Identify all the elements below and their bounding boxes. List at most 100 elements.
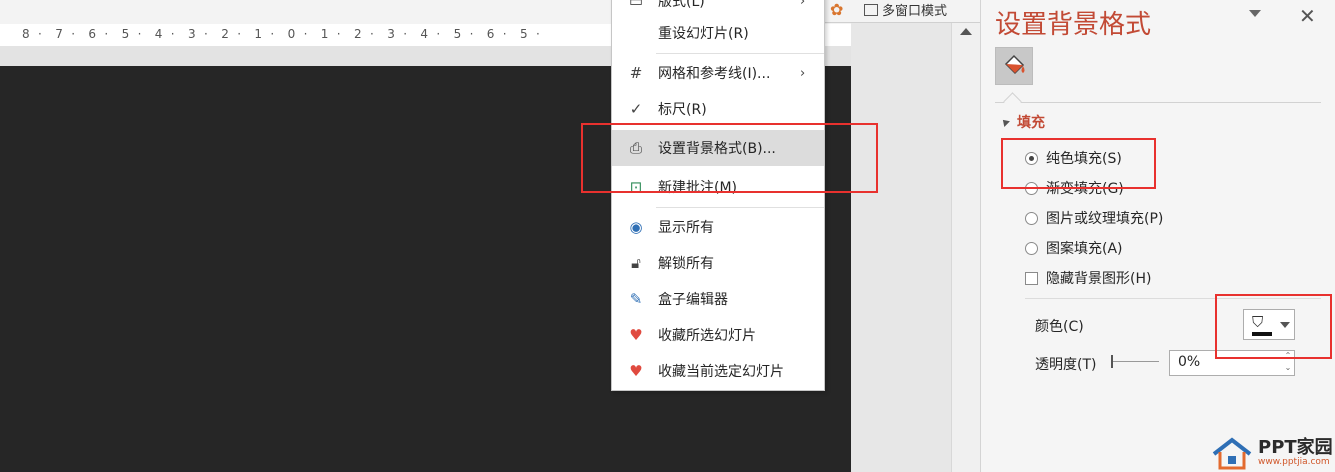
ruler-tick-mark: ·	[204, 27, 208, 41]
multi-window-button[interactable]: 多窗口模式	[864, 0, 947, 19]
ruler-tick-mark: ·	[270, 27, 275, 41]
close-icon[interactable]: ✕	[1299, 4, 1316, 28]
highlight-box-solid-fill	[1001, 138, 1156, 189]
menu-item-ruler[interactable]: ✓ 标尺(R)	[612, 91, 824, 127]
ruler-tick-label: 5	[520, 27, 528, 41]
fill-section-title: 填充	[1017, 115, 1045, 131]
gear-icon[interactable]: ✿	[830, 0, 843, 19]
chevron-right-icon: ›	[800, 0, 806, 9]
checkbox-label: 隐藏背景图形(H)	[1046, 271, 1152, 287]
menu-item-label: 收藏当前选定幻灯片	[658, 364, 784, 380]
watermark-name: PPT家园	[1258, 437, 1333, 458]
ruler-tick-label: 1	[254, 27, 263, 41]
radio-label: 图案填充(A)	[1046, 241, 1123, 257]
menu-item-reset-slide[interactable]: 重设幻灯片(R)	[612, 15, 824, 51]
ruler-tick-label: 8	[22, 27, 30, 41]
radio-button[interactable]	[1025, 241, 1038, 255]
panel-options-dropdown-icon[interactable]	[1249, 10, 1261, 17]
ruler-tick-mark: ·	[38, 27, 42, 41]
eye-icon: ◉	[629, 218, 643, 236]
ruler-tick-mark: ·	[536, 27, 540, 41]
panel-title: 设置背景格式	[995, 10, 1152, 40]
ruler-tick-label: 2	[354, 27, 362, 41]
layout-icon: ▭	[628, 0, 644, 10]
ruler-tick-label: 3	[188, 27, 196, 41]
tab-pointer	[1003, 92, 1022, 111]
menu-item-label: 收藏所选幻灯片	[658, 328, 756, 344]
house-logo-icon	[1212, 437, 1252, 470]
ruler-tick-mark: ·	[104, 27, 109, 41]
ruler-tick-label: 7	[55, 27, 63, 41]
menu-item-favorite-current[interactable]: ♥ 收藏当前选定幻灯片	[612, 353, 824, 389]
edit-icon: ✎	[629, 290, 643, 308]
menu-item-favorite-selected[interactable]: ♥ 收藏所选幻灯片	[612, 317, 824, 353]
multi-window-label: 多窗口模式	[882, 4, 948, 19]
ruler-tick-label: 3	[387, 27, 395, 41]
transparency-slider-handle[interactable]	[1111, 355, 1113, 368]
menu-item-show-all[interactable]: ◉ 显示所有	[612, 209, 824, 245]
ruler-tick-mark: ·	[370, 27, 374, 41]
ruler-tick-label: 4	[154, 27, 163, 41]
highlight-box-color	[1215, 294, 1332, 359]
ruler-tick-label: 0	[287, 27, 296, 41]
chevron-right-icon: ›	[800, 65, 806, 81]
watermark-logo: PPT家园 www.pptjia.com	[1210, 436, 1333, 470]
watermark-url: www.pptjia.com	[1258, 457, 1330, 467]
radio-button[interactable]	[1025, 211, 1038, 225]
menu-item-label: 解锁所有	[658, 256, 714, 272]
radio-picture-fill[interactable]: 图片或纹理填充(P)	[1025, 208, 1163, 228]
highlight-box-menu	[581, 123, 878, 193]
transparency-label: 透明度(T)	[1035, 357, 1097, 373]
ruler-tick-mark: ·	[403, 27, 408, 41]
radio-pattern-fill[interactable]: 图案填充(A)	[1025, 238, 1123, 258]
ruler-tick-label: 1	[320, 27, 329, 41]
format-background-panel: 设置背景格式 ✕ 填充 纯色填充(S) 渐变填充(G) 图片或纹理填充(P) 图…	[980, 0, 1335, 472]
fill-section-header[interactable]: 填充	[1000, 112, 1045, 132]
menu-separator	[656, 207, 824, 208]
ruler-tick-label: 6	[88, 27, 97, 41]
hide-background-graphics-checkbox[interactable]: 隐藏背景图形(H)	[1025, 268, 1151, 288]
menu-item-label: 盒子编辑器	[658, 292, 728, 308]
menu-item-label: 网格和参考线(I)...	[658, 66, 771, 82]
menu-item-label: 显示所有	[658, 220, 714, 236]
ruler-tick-label: 5	[453, 27, 462, 41]
window-icon	[864, 3, 878, 16]
multi-window-bar: ✿ 多窗口模式	[824, 0, 980, 23]
check-icon: ✓	[629, 100, 643, 118]
menu-item-label: 重设幻灯片(R)	[658, 26, 749, 42]
menu-separator	[656, 53, 824, 54]
menu-item-box-editor[interactable]: ✎ 盒子编辑器	[612, 281, 824, 317]
menu-item-grid-guides[interactable]: # 网格和参考线(I)... ›	[612, 55, 824, 91]
ruler-tick-mark: ·	[436, 27, 441, 41]
context-menu: ▭ 版式(L) › 重设幻灯片(R) # 网格和参考线(I)... › ✓ 标尺…	[611, 0, 825, 391]
ruler-tick-label: 5	[121, 27, 130, 41]
ruler-tick-mark: ·	[137, 27, 142, 41]
ruler-tick-mark: ·	[502, 27, 507, 41]
ruler-tick-mark: ·	[237, 27, 242, 41]
ruler-tick-label: 4	[420, 27, 429, 41]
menu-item-label: 标尺(R)	[658, 102, 707, 118]
tab-divider	[995, 102, 1321, 103]
ruler-tick-label: 2	[221, 27, 229, 41]
ruler-tick-mark: ·	[469, 27, 474, 41]
ruler-tick-mark: ·	[336, 27, 341, 41]
menu-item-unlock-all[interactable]: 🔓︎ 解锁所有	[612, 245, 824, 281]
ruler-tick-mark: ·	[303, 27, 308, 41]
heart-add-icon: ♥	[629, 326, 643, 344]
heart-icon: ♥	[629, 362, 643, 380]
paint-bucket-icon	[1004, 54, 1025, 75]
collapse-triangle-icon	[1000, 117, 1010, 127]
unlock-icon: 🔓︎	[631, 254, 641, 272]
scroll-up-arrow-icon[interactable]	[960, 28, 972, 35]
color-label: 颜色(C)	[1035, 319, 1084, 335]
ruler-tick-label: 6	[486, 27, 495, 41]
fill-tab[interactable]	[995, 47, 1033, 85]
ruler-tick-mark: ·	[170, 27, 175, 41]
vertical-scrollbar[interactable]	[951, 22, 980, 472]
ruler-tick-mark: ·	[71, 27, 76, 41]
checkbox[interactable]	[1025, 271, 1038, 285]
transparency-slider[interactable]	[1111, 361, 1159, 362]
menu-item-label: 版式(L)	[658, 0, 705, 10]
radio-label: 图片或纹理填充(P)	[1046, 211, 1164, 227]
editor-gutter	[851, 22, 951, 472]
